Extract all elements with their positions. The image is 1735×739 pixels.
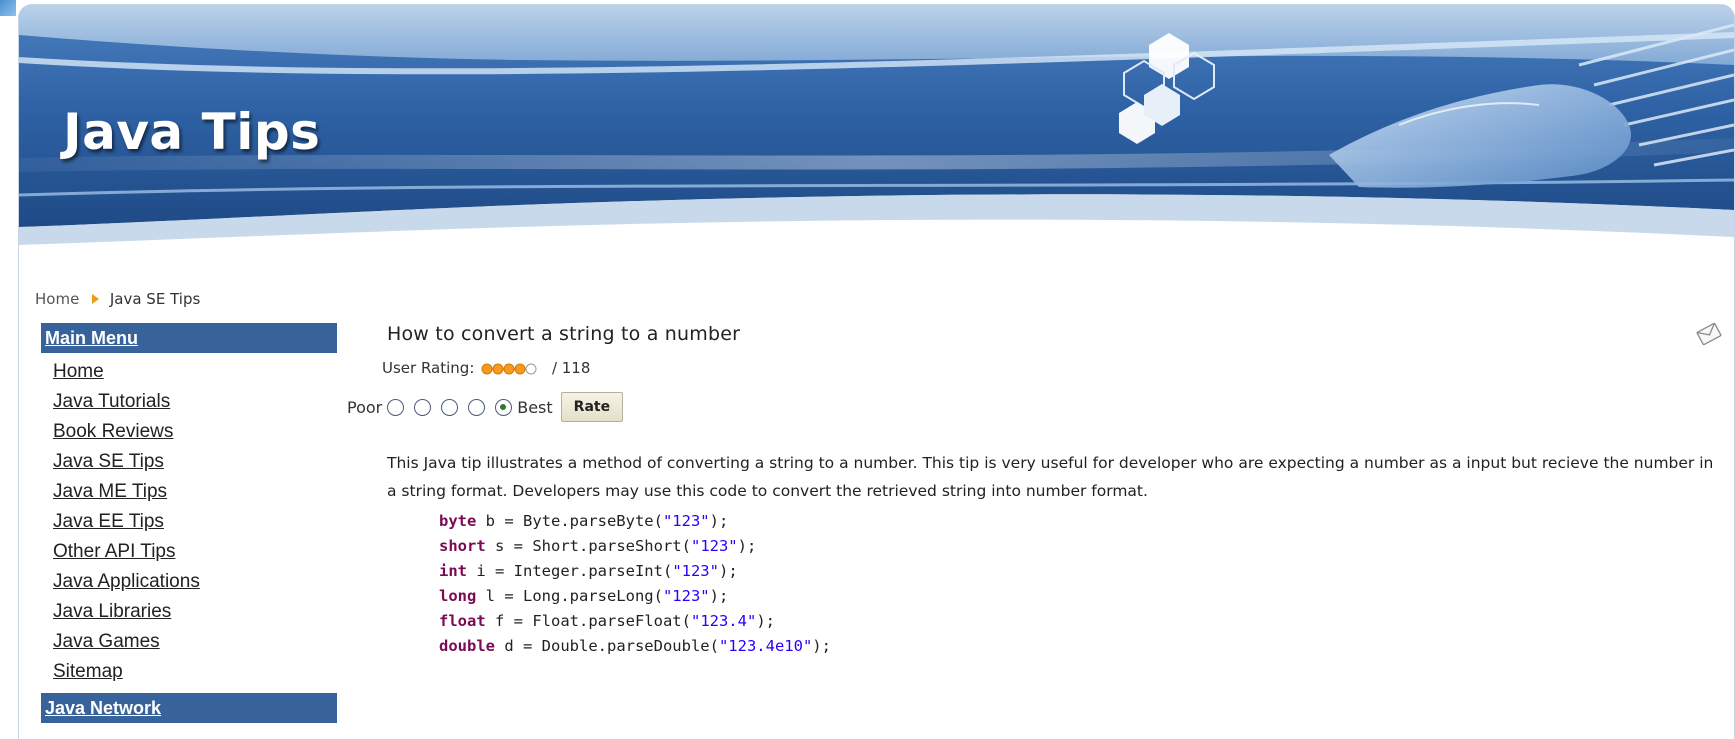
sidebar-item-label[interactable]: Book Reviews <box>53 421 173 442</box>
code-keyword: byte <box>439 512 477 530</box>
sidebar-item-label[interactable]: Java Libraries <box>53 601 171 622</box>
sidebar-item-label[interactable]: Java Games <box>53 631 160 652</box>
sidebar-item-java-libraries[interactable]: Java Libraries <box>41 597 337 627</box>
code-text: ); <box>756 612 775 630</box>
sidebar-item-java-me-tips[interactable]: Java ME Tips <box>41 477 337 507</box>
rate-button[interactable]: Rate <box>560 392 624 422</box>
sidebar-item-label[interactable]: Java EE Tips <box>53 511 164 532</box>
article-description: This Java tip illustrates a method of co… <box>387 454 1714 500</box>
main-menu-list: Home Java Tutorials Book Reviews Java SE… <box>41 357 337 687</box>
code-text: ); <box>709 587 729 605</box>
window-corner-accent <box>0 0 16 16</box>
breadcrumb: Home Java SE Tips <box>35 290 200 308</box>
rating-count: / 118 <box>551 359 591 377</box>
code-text: s = Short.parseShort( <box>485 537 691 555</box>
sidebar-item-book-reviews[interactable]: Book Reviews <box>41 417 337 447</box>
code-keyword: double <box>439 637 495 655</box>
site-header: Java Tips <box>19 5 1734 255</box>
star-rating-icon <box>481 363 537 374</box>
rating-dot-empty <box>525 363 537 374</box>
code-text: d = Double.parseDouble( <box>495 637 719 655</box>
code-line: short s = Short.parseShort("123"); <box>439 534 831 559</box>
sidebar-item-java-tutorials[interactable]: Java Tutorials <box>41 387 337 417</box>
vote-radio-4[interactable] <box>468 398 486 416</box>
code-line: float f = Float.parseFloat("123.4"); <box>439 609 831 634</box>
code-block: byte b = Byte.parseByte("123"); short s =… <box>439 509 831 659</box>
code-line: long l = Long.parseLong("123"); <box>439 584 831 609</box>
sidebar-item-java-applications[interactable]: Java Applications <box>41 567 337 597</box>
vote-form: Poor Best Rate <box>347 391 624 423</box>
code-line: double d = Double.parseDouble("123.4e10"… <box>439 634 831 659</box>
page-frame: Java Tips Home Java SE Tips Main Menu Ho… <box>18 4 1735 739</box>
code-text: i = Integer.parseInt( <box>467 562 673 580</box>
code-text: ); <box>737 537 757 555</box>
code-keyword: long <box>439 587 477 605</box>
rating-dot-filled <box>514 363 526 374</box>
code-text: ); <box>718 562 738 580</box>
code-string: "123" <box>662 512 710 530</box>
vote-radio-5[interactable] <box>495 398 513 416</box>
vote-radio-3[interactable] <box>441 398 459 416</box>
sidebar-item-label[interactable]: Java SE Tips <box>53 451 164 472</box>
main-menu-title[interactable]: Main Menu <box>41 323 337 353</box>
sidebar-item-label[interactable]: Java ME Tips <box>53 481 167 502</box>
sidebar-item-other-api-tips[interactable]: Other API Tips <box>41 537 337 567</box>
sidebar-item-label[interactable]: Sitemap <box>53 661 123 682</box>
user-rating: User Rating: / 118 <box>382 359 590 377</box>
code-text: f = Float.parseFloat( <box>485 612 691 630</box>
breadcrumb-home-link[interactable]: Home <box>35 290 79 308</box>
sidebar-item-java-se-tips[interactable]: Java SE Tips <box>41 447 337 477</box>
sidebar-item-label[interactable]: Other API Tips <box>53 541 176 562</box>
code-string: "123.4" <box>690 612 757 630</box>
code-text: ); <box>709 512 729 530</box>
site-logo[interactable]: Java Tips <box>63 103 320 161</box>
sidebar-item-label[interactable]: Java Applications <box>53 571 200 592</box>
rating-dot-filled <box>503 363 515 374</box>
vote-poor-label: Poor <box>347 397 383 417</box>
sidebar-item-sitemap[interactable]: Sitemap <box>41 657 337 687</box>
code-keyword: int <box>439 562 467 580</box>
code-string: "123" <box>662 587 710 605</box>
article-title: How to convert a string to a number <box>387 323 741 345</box>
code-text: b = Byte.parseByte( <box>476 512 663 530</box>
code-line: byte b = Byte.parseByte("123"); <box>439 509 831 534</box>
sidebar-item-java-games[interactable]: Java Games <box>41 627 337 657</box>
vote-radio-2[interactable] <box>414 398 432 416</box>
sidebar-item-java-ee-tips[interactable]: Java EE Tips <box>41 507 337 537</box>
vote-best-label: Best <box>517 397 553 417</box>
code-string: "123.4e10" <box>718 637 813 655</box>
vote-radio-1[interactable] <box>387 398 405 416</box>
code-text: l = Long.parseLong( <box>476 587 663 605</box>
email-icon[interactable] <box>1694 319 1724 349</box>
rating-dot-filled <box>481 363 493 374</box>
code-string: "123" <box>672 562 719 580</box>
sidebar-item-label[interactable]: Home <box>53 361 104 382</box>
sidebar-item-home[interactable]: Home <box>41 357 337 387</box>
sidebar-item-label[interactable]: Java Tutorials <box>53 391 170 412</box>
java-network-title[interactable]: Java Network <box>41 693 337 723</box>
rating-dot-filled <box>492 363 504 374</box>
code-keyword: float <box>439 612 486 630</box>
sidebar: Main Menu Home Java Tutorials Book Revie… <box>41 323 337 723</box>
code-text: ); <box>812 637 831 655</box>
code-line: int i = Integer.parseInt("123"); <box>439 559 831 584</box>
code-keyword: short <box>439 537 486 555</box>
breadcrumb-current: Java SE Tips <box>109 290 201 308</box>
arrow-right-icon <box>92 294 100 304</box>
rating-label: User Rating: <box>382 359 475 377</box>
code-string: "123" <box>690 537 738 555</box>
